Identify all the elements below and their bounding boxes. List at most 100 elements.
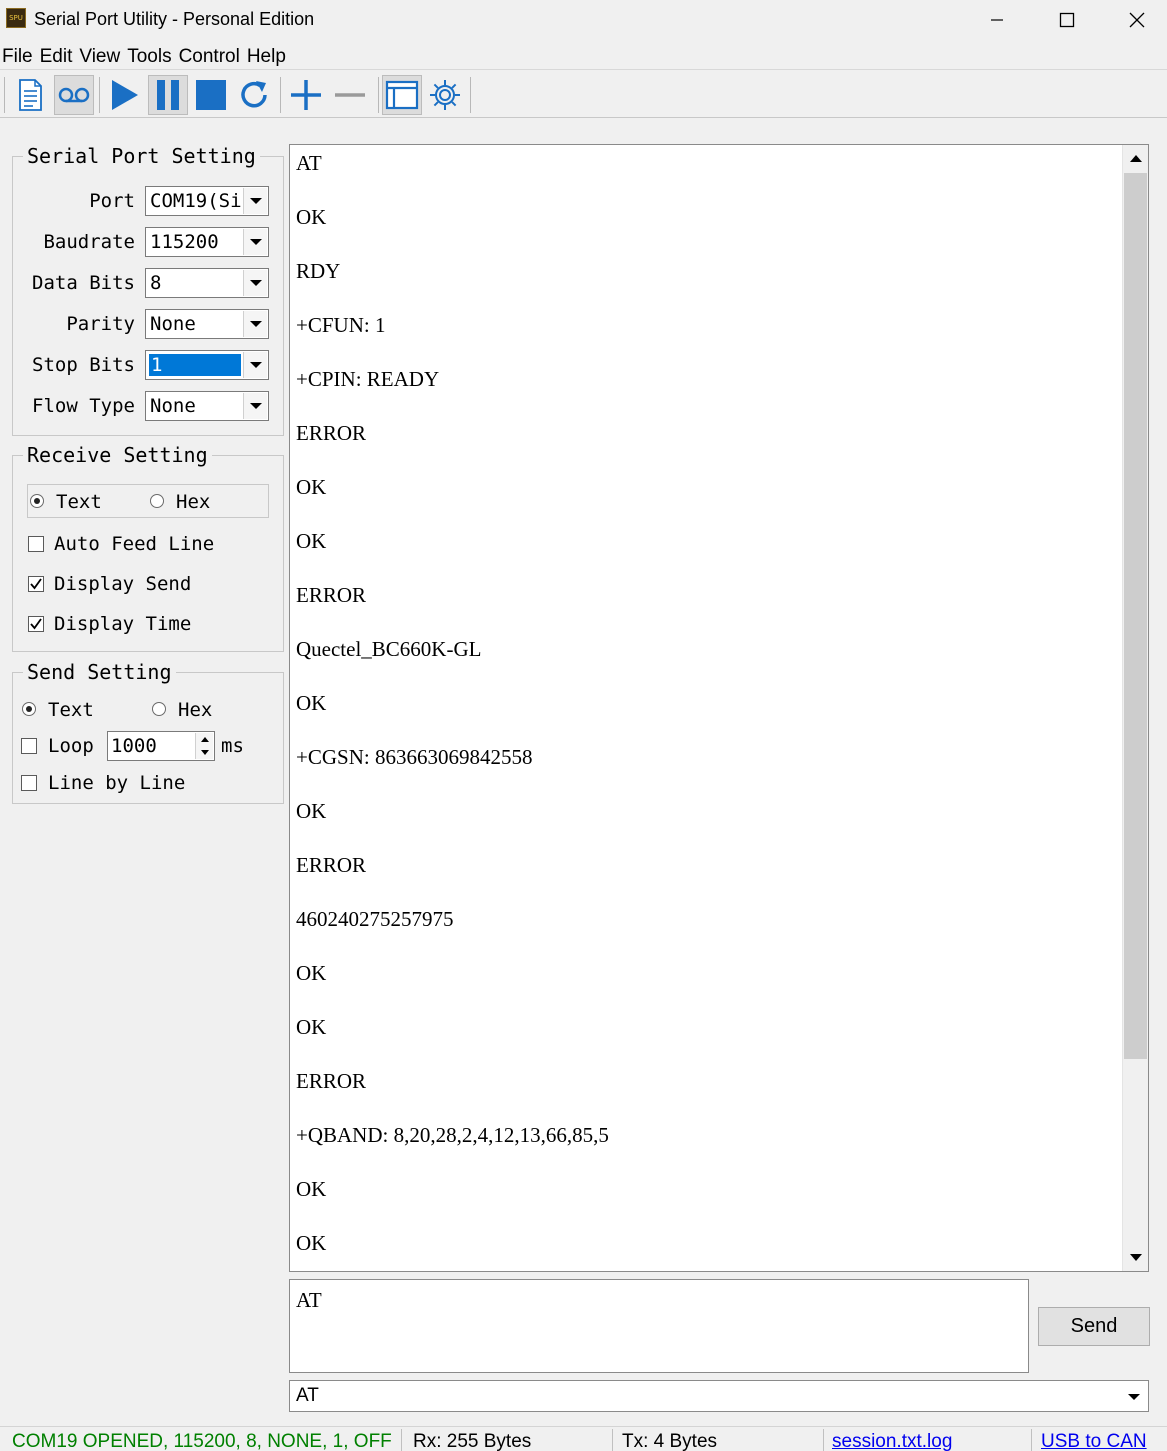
chevron-down-icon[interactable]: [243, 229, 267, 255]
app-icon: SPU: [6, 8, 26, 28]
refresh-button[interactable]: [234, 75, 274, 115]
receive-hex-label: Hex: [176, 491, 211, 513]
parity-label: Parity: [66, 313, 135, 335]
receive-line: OK: [296, 475, 327, 499]
menu-help[interactable]: Help: [245, 44, 289, 69]
chevron-down-icon[interactable]: [243, 393, 267, 419]
stop-bits-select[interactable]: 1: [145, 350, 269, 380]
receive-line: ERROR: [296, 1069, 367, 1093]
receive-line: ERROR: [296, 583, 367, 607]
settings-button[interactable]: [425, 75, 465, 115]
log-file-cell: session.txt.log: [824, 1429, 1032, 1451]
start-button[interactable]: [104, 75, 144, 115]
receive-line: OK: [296, 1015, 327, 1039]
play-icon: [112, 80, 138, 110]
maximize-button[interactable]: [1032, 0, 1102, 40]
chevron-down-icon[interactable]: [243, 352, 267, 378]
menu-tools[interactable]: Tools: [125, 44, 174, 69]
send-text-area[interactable]: AT: [289, 1279, 1029, 1373]
baudrate-select[interactable]: 115200: [145, 227, 269, 257]
data-bits-select[interactable]: 8: [145, 268, 269, 298]
loop-label: Loop: [48, 735, 94, 757]
line-by-line-checkbox[interactable]: [21, 775, 37, 791]
display-send-label: Display Send: [54, 573, 192, 595]
serial-port-setting-title: Serial Port Setting: [23, 144, 260, 168]
menu-bar: File Edit View Tools Control Help: [0, 44, 1167, 70]
flow-type-select[interactable]: None: [145, 391, 269, 421]
receive-text-radio[interactable]: [30, 494, 44, 508]
send-text: AT: [296, 1288, 322, 1312]
receive-line: 460240275257975: [296, 907, 454, 931]
scroll-up-arrow-icon[interactable]: [1123, 145, 1148, 171]
receive-setting-title: Receive Setting: [23, 443, 212, 467]
port-select[interactable]: COM19(Si: [145, 186, 269, 216]
auto-feed-line-label: Auto Feed Line: [54, 533, 215, 555]
stop-button[interactable]: [191, 75, 231, 115]
receive-text-area[interactable]: AT OK RDY +CFUN: 1 +CPIN: READY ERROR OK OK ERRO…: [289, 144, 1149, 1272]
auto-feed-line-checkbox[interactable]: [28, 536, 44, 552]
display-time-checkbox[interactable]: [28, 616, 44, 632]
pause-button[interactable]: [148, 75, 188, 115]
toolbar: [0, 72, 1167, 118]
menu-edit[interactable]: Edit: [38, 44, 76, 69]
menu-view[interactable]: View: [77, 44, 123, 69]
new-document-button[interactable]: [10, 75, 50, 115]
close-button[interactable]: [1102, 0, 1167, 40]
zoom-out-button[interactable]: [330, 75, 370, 115]
maximize-icon: [1059, 12, 1075, 28]
send-text-radio[interactable]: [22, 702, 36, 716]
close-icon: [1129, 12, 1145, 28]
record-button[interactable]: [54, 75, 94, 115]
chevron-down-icon[interactable]: [243, 270, 267, 296]
receive-line: +CFUN: 1: [296, 313, 386, 337]
toolbar-separator: [470, 77, 471, 113]
usb-to-can-link[interactable]: USB to CAN: [1041, 1431, 1147, 1451]
receive-hex-radio[interactable]: [150, 494, 164, 508]
spinner-buttons[interactable]: [195, 733, 213, 759]
send-history-select[interactable]: AT: [289, 1380, 1149, 1412]
display-send-checkbox[interactable]: [28, 576, 44, 592]
zoom-in-button[interactable]: [286, 75, 326, 115]
minimize-icon: [991, 19, 1003, 21]
loop-checkbox[interactable]: [21, 738, 37, 754]
window-layout-button[interactable]: [382, 75, 422, 115]
send-button[interactable]: Send: [1038, 1307, 1150, 1346]
send-history-value: AT: [296, 1385, 319, 1406]
document-icon: [19, 79, 42, 111]
receive-scrollbar[interactable]: [1122, 145, 1148, 1271]
baudrate-label: Baudrate: [43, 231, 135, 253]
loop-unit-label: ms: [221, 735, 244, 757]
receive-line: +QBAND: 8,20,28,2,4,12,13,66,85,5: [296, 1123, 609, 1147]
send-setting-group: Send Setting Text Hex Loop 1000 ms Line …: [12, 660, 284, 804]
log-file-link[interactable]: session.txt.log: [832, 1431, 952, 1451]
window-title: Serial Port Utility - Personal Edition: [34, 9, 315, 29]
usb-to-can-cell: USB to CAN: [1033, 1429, 1167, 1451]
send-setting-title: Send Setting: [23, 660, 176, 684]
refresh-icon: [241, 81, 267, 108]
loop-interval-spinner[interactable]: 1000: [107, 731, 215, 761]
title-bar: SPU Serial Port Utility - Personal Editi…: [0, 0, 1167, 42]
minimize-button[interactable]: [962, 0, 1032, 40]
chevron-down-icon[interactable]: [243, 188, 267, 214]
data-bits-label: Data Bits: [32, 272, 135, 294]
toolbar-separator: [280, 77, 281, 113]
status-bar: COM19 OPENED, 115200, 8, NONE, 1, OFF Rx…: [0, 1426, 1167, 1451]
scroll-down-arrow-icon[interactable]: [1123, 1245, 1148, 1271]
scrollbar-thumb[interactable]: [1124, 173, 1147, 1059]
receive-line: OK: [296, 1231, 327, 1255]
send-hex-radio[interactable]: [152, 702, 166, 716]
menu-file[interactable]: File: [0, 44, 36, 69]
toolbar-separator: [378, 77, 379, 113]
rx-count: Rx: 255 Bytes: [405, 1429, 613, 1451]
chevron-down-icon[interactable]: [243, 311, 267, 337]
data-bits-value: 8: [150, 272, 162, 294]
minus-icon: [335, 93, 365, 97]
receive-line: Quectel_BC660K-GL: [296, 637, 482, 661]
loop-interval-value: 1000: [111, 735, 157, 757]
receive-line: ERROR: [296, 421, 367, 445]
chevron-down-icon[interactable]: [1124, 1387, 1144, 1407]
connection-status: COM19 OPENED, 115200, 8, NONE, 1, OFF: [4, 1429, 402, 1451]
parity-select[interactable]: None: [145, 309, 269, 339]
receive-line: OK: [296, 799, 327, 823]
menu-control[interactable]: Control: [177, 44, 243, 69]
